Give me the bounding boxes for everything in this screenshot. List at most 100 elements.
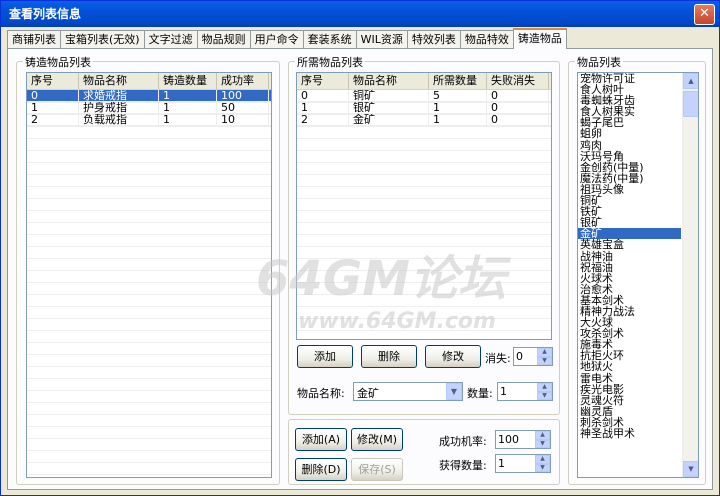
list-item[interactable]: 神圣战甲术 bbox=[578, 428, 681, 439]
spin-up-icon[interactable]: ▲ bbox=[537, 348, 552, 357]
spin-arrows: ▲ ▼ bbox=[537, 383, 552, 400]
tab-text-filter[interactable]: 文字过滤 bbox=[143, 30, 198, 49]
main-window: 查看列表信息 ✕ 商铺列表 宝箱列表(无效) 文字过滤 物品规则 用户命令 套装… bbox=[0, 0, 720, 496]
spin-down-icon[interactable]: ▼ bbox=[537, 391, 552, 400]
table-row[interactable]: 2 金矿 1 0 bbox=[297, 114, 551, 126]
list-item[interactable]: 雷电术 bbox=[578, 372, 681, 384]
cell-qty: 1 bbox=[429, 102, 487, 113]
success-rate-value: 100 bbox=[498, 433, 519, 446]
col-forge-qty[interactable]: 铸造数量 bbox=[159, 73, 217, 89]
grid-lines bbox=[27, 91, 271, 477]
item-list-title: 物品列表 bbox=[575, 54, 623, 70]
cell-name: 银矿 bbox=[349, 102, 429, 113]
required-add-button[interactable]: 添加 bbox=[297, 345, 353, 368]
vanish-value: 0 bbox=[516, 350, 523, 363]
col-required-qty[interactable]: 所需数量 bbox=[429, 73, 487, 89]
required-delete-button[interactable]: 删除 bbox=[361, 345, 417, 368]
watermark-url: www.64GM.com bbox=[298, 309, 496, 334]
tab-forge-items[interactable]: 铸造物品 bbox=[512, 28, 567, 49]
table-row[interactable]: 2 负载戒指 1 10 bbox=[27, 114, 271, 126]
cell-rate: 50 bbox=[217, 102, 269, 113]
required-list-title: 所需物品列表 bbox=[295, 54, 365, 70]
spin-up-icon[interactable]: ▲ bbox=[535, 455, 550, 464]
spin-down-icon[interactable]: ▼ bbox=[535, 463, 550, 472]
modify-button[interactable]: 修改(M) bbox=[351, 428, 403, 451]
table-row[interactable]: 1 护身戒指 1 50 bbox=[27, 102, 271, 114]
cell-index: 1 bbox=[27, 102, 79, 113]
tab-item-rules[interactable]: 物品规则 bbox=[196, 30, 251, 49]
required-modify-button[interactable]: 修改 bbox=[425, 345, 481, 368]
col-index[interactable]: 序号 bbox=[27, 73, 79, 89]
cell-index: 0 bbox=[27, 90, 79, 101]
col-item-name[interactable]: 物品名称 bbox=[79, 73, 159, 89]
col-success-rate[interactable]: 成功率 bbox=[217, 73, 269, 89]
spin-down-icon[interactable]: ▼ bbox=[537, 356, 552, 365]
table-row[interactable]: 0 铜矿 5 0 bbox=[297, 90, 551, 102]
tab-shop-list[interactable]: 商铺列表 bbox=[7, 30, 61, 49]
spin-up-icon[interactable]: ▲ bbox=[537, 383, 552, 392]
cell-name: 铜矿 bbox=[349, 90, 429, 101]
cell-rate: 10 bbox=[217, 114, 269, 125]
save-button[interactable]: 保存(S) bbox=[351, 458, 403, 481]
spin-arrows: ▲ ▼ bbox=[537, 348, 552, 365]
forge-list-title: 铸造物品列表 bbox=[23, 54, 93, 70]
spin-up-icon[interactable]: ▲ bbox=[535, 431, 550, 440]
watermark-logo: 64GM论坛 bbox=[256, 251, 506, 307]
cell-index: 2 bbox=[297, 114, 349, 125]
tab-user-commands[interactable]: 用户命令 bbox=[249, 30, 304, 49]
cell-index: 2 bbox=[27, 114, 79, 125]
list-item[interactable]: 地狱火 bbox=[578, 361, 681, 372]
cell-name: 护身戒指 bbox=[79, 102, 159, 113]
cell-vanish: 0 bbox=[487, 102, 549, 113]
tab-wil-resources[interactable]: WIL资源 bbox=[355, 30, 408, 49]
col-item-name[interactable]: 物品名称 bbox=[349, 73, 429, 89]
cell-name: 求婚戒指 bbox=[79, 90, 159, 101]
spin-down-icon[interactable]: ▼ bbox=[535, 439, 550, 448]
vanish-label: 消失: bbox=[485, 352, 511, 365]
forge-list-view[interactable]: 序号 物品名称 铸造数量 成功率 0 求婚戒指 1 100 1 护身戒指 1 5… bbox=[26, 72, 272, 478]
forge-list-group: 铸造物品列表 序号 物品名称 铸造数量 成功率 0 求婚戒指 1 100 1 护… bbox=[16, 54, 280, 485]
tab-chest-list[interactable]: 宝箱列表(无效) bbox=[60, 30, 145, 49]
item-listbox[interactable]: 宠物许可证 食人树叶 毒蜘蛛牙齿 食人树果实 蝎子尾巴 蛆卵 鸡肉 沃玛号角 金创药(中量) 魔法… bbox=[577, 72, 699, 478]
qty-spinner[interactable]: 1 ▲ ▼ bbox=[497, 382, 553, 401]
tab-effect-list[interactable]: 特效列表 bbox=[406, 30, 461, 49]
cell-qty: 1 bbox=[159, 102, 217, 113]
scroll-down-icon[interactable]: ▼ bbox=[683, 461, 698, 477]
item-name-combo[interactable]: 金矿 ▼ bbox=[353, 382, 463, 401]
success-rate-spinner[interactable]: 100 ▲ ▼ bbox=[495, 430, 551, 449]
window-title: 查看列表信息 bbox=[9, 7, 82, 21]
spin-arrows: ▲ ▼ bbox=[535, 455, 550, 472]
item-name-value: 金矿 bbox=[357, 387, 379, 400]
obtain-qty-label: 获得数量: bbox=[439, 459, 487, 472]
table-row[interactable]: 0 求婚戒指 1 100 bbox=[27, 90, 271, 102]
forge-panel: 铸造物品列表 序号 物品名称 铸造数量 成功率 0 求婚戒指 1 100 1 护… bbox=[7, 48, 713, 490]
item-name-label: 物品名称: bbox=[297, 387, 345, 400]
obtain-qty-spinner[interactable]: 1 ▲ ▼ bbox=[495, 454, 551, 473]
vanish-spinner[interactable]: 0 ▲ ▼ bbox=[513, 347, 553, 366]
scroll-up-icon[interactable]: ▲ bbox=[683, 73, 698, 89]
col-index[interactable]: 序号 bbox=[297, 73, 349, 89]
vertical-scrollbar[interactable]: ▲ ▼ bbox=[682, 73, 698, 477]
title-bar[interactable]: 查看列表信息 ✕ bbox=[1, 1, 719, 27]
list-item[interactable]: 英雄宝盒 bbox=[578, 239, 681, 250]
close-button[interactable]: ✕ bbox=[694, 4, 715, 25]
table-row[interactable]: 1 银矿 1 0 bbox=[297, 102, 551, 114]
chevron-down-icon[interactable]: ▼ bbox=[446, 383, 462, 400]
tab-item-effects[interactable]: 物品特效 bbox=[459, 30, 514, 49]
tab-strip: 商铺列表 宝箱列表(无效) 文字过滤 物品规则 用户命令 套装系统 WIL资源 … bbox=[7, 28, 567, 49]
list-item[interactable]: 鸡肉 bbox=[578, 140, 681, 151]
qty-label: 数量: bbox=[467, 387, 493, 400]
tab-suit-system[interactable]: 套装系统 bbox=[302, 30, 357, 49]
col-fail-vanish[interactable]: 失败消失 bbox=[487, 73, 549, 89]
add-button[interactable]: 添加(A) bbox=[295, 428, 347, 451]
spin-arrows: ▲ ▼ bbox=[535, 431, 550, 448]
cell-qty: 1 bbox=[429, 114, 487, 125]
list-item[interactable]: 蛆卵 bbox=[578, 128, 681, 139]
scroll-thumb[interactable] bbox=[683, 91, 698, 117]
cell-qty: 1 bbox=[159, 114, 217, 125]
delete-button[interactable]: 删除(D) bbox=[295, 458, 347, 481]
obtain-qty-value: 1 bbox=[498, 457, 505, 470]
cell-name: 负载戒指 bbox=[79, 114, 159, 125]
list-item[interactable]: 战神油 bbox=[578, 250, 681, 262]
cell-rate: 100 bbox=[217, 90, 269, 101]
